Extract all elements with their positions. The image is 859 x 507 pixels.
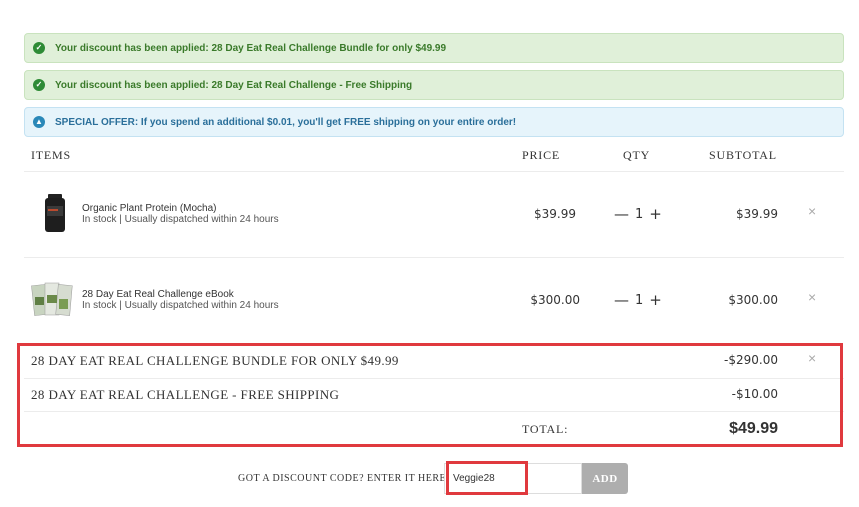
decrease-qty-button[interactable]: — bbox=[614, 205, 629, 223]
column-header-items: ITEMS bbox=[31, 148, 71, 162]
product-stock-status: In stock | Usually dispatched within 24 … bbox=[82, 214, 279, 225]
quantity-stepper: — 1 + bbox=[614, 291, 662, 309]
info-drop-icon: ▲ bbox=[33, 116, 45, 128]
item-subtotal: $300.00 bbox=[728, 293, 778, 307]
notice-text: Your discount has been applied: 28 Day E… bbox=[55, 79, 413, 91]
item-subtotal: $39.99 bbox=[736, 207, 778, 221]
highlight-box-code-input bbox=[446, 461, 528, 495]
remove-item-button[interactable]: × bbox=[808, 289, 816, 305]
remove-item-button[interactable]: × bbox=[808, 203, 816, 219]
column-header-subtotal: SUBTOTAL bbox=[709, 148, 777, 162]
column-header-price: PRICE bbox=[522, 148, 561, 162]
product-stock-status: In stock | Usually dispatched within 24 … bbox=[82, 300, 279, 311]
special-offer-notice: ▲ SPECIAL OFFER: If you spend an additio… bbox=[24, 107, 844, 137]
notice-text: SPECIAL OFFER: If you spend an additiona… bbox=[55, 116, 517, 128]
divider bbox=[24, 171, 844, 172]
add-discount-button[interactable]: ADD bbox=[582, 463, 628, 494]
item-price: $39.99 bbox=[534, 207, 576, 221]
product-thumbnail-ebook[interactable] bbox=[31, 281, 79, 324]
check-circle-icon: ✓ bbox=[33, 42, 45, 54]
item-price: $300.00 bbox=[530, 293, 580, 307]
increase-qty-button[interactable]: + bbox=[649, 291, 662, 309]
discount-applied-notice-shipping: ✓ Your discount has been applied: 28 Day… bbox=[24, 70, 844, 100]
quantity-stepper: — 1 + bbox=[614, 205, 662, 223]
discount-code-label: GOT A DISCOUNT CODE? ENTER IT HERE: bbox=[238, 473, 450, 484]
check-circle-icon: ✓ bbox=[33, 79, 45, 91]
quantity-value: 1 bbox=[635, 206, 644, 222]
column-header-qty: QTY bbox=[623, 148, 651, 162]
discount-applied-notice-bundle: ✓ Your discount has been applied: 28 Day… bbox=[24, 33, 844, 63]
decrease-qty-button[interactable]: — bbox=[614, 291, 629, 309]
quantity-value: 1 bbox=[635, 292, 644, 308]
product-thumbnail-protein[interactable] bbox=[44, 194, 66, 237]
notice-text: Your discount has been applied: 28 Day E… bbox=[55, 42, 447, 54]
highlight-box-discounts bbox=[17, 343, 843, 447]
increase-qty-button[interactable]: + bbox=[649, 205, 662, 223]
divider bbox=[24, 257, 844, 258]
